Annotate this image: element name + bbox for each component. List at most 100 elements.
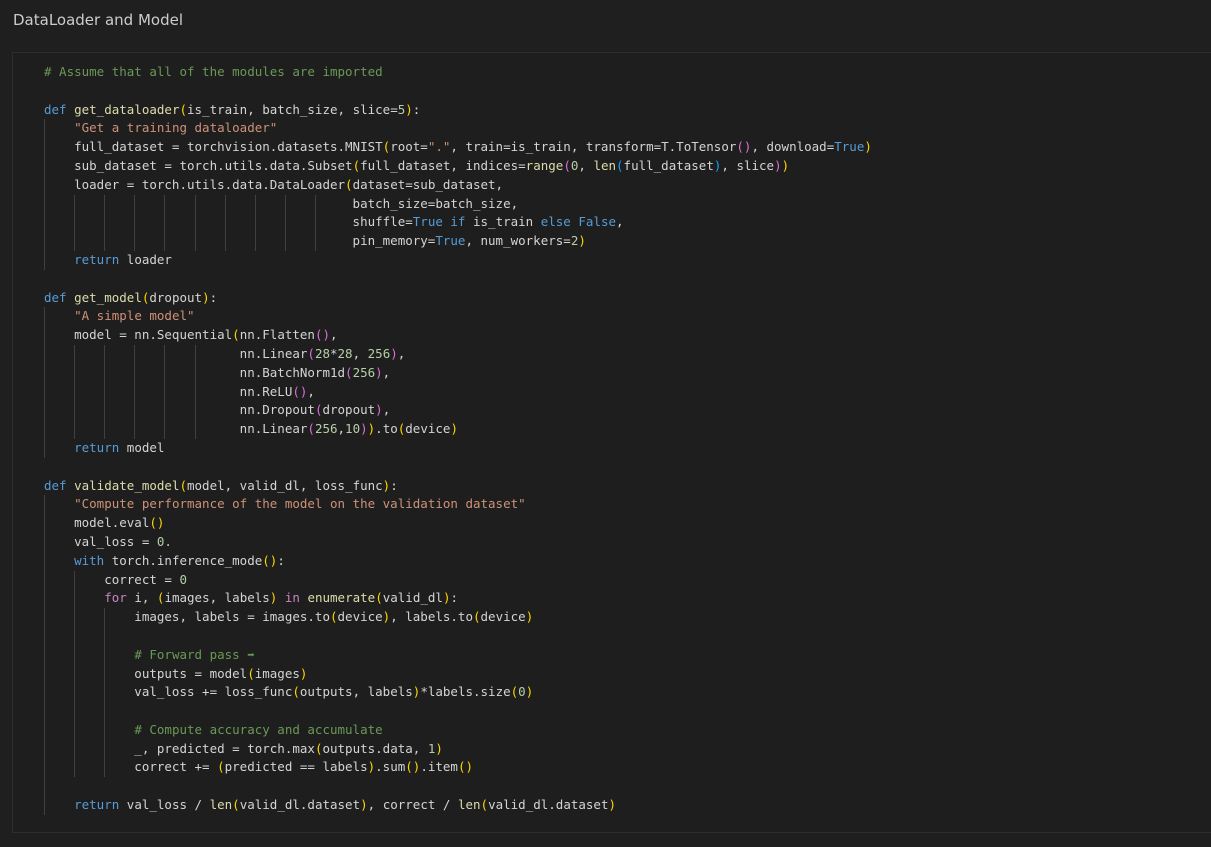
indent-guide [44, 570, 45, 590]
code-line: model = nn.Sequential(nn.Flatten(), [44, 326, 872, 345]
indent-guide [74, 645, 76, 665]
indent-guide [134, 420, 136, 439]
indent-guide [194, 420, 196, 439]
indent-guide [134, 363, 136, 383]
indent-guide [104, 420, 106, 439]
code-line: # Compute accuracy and accumulate [44, 720, 872, 740]
indent-guide [134, 382, 136, 402]
indent-guide [74, 664, 76, 684]
indent-guide [44, 438, 45, 458]
code-line-text: # Compute accuracy and accumulate [134, 721, 383, 737]
indent-guide [315, 213, 317, 233]
code-line-text: return val_loss / len(valid_dl.dataset),… [74, 797, 617, 813]
indent-guide [164, 401, 166, 421]
indent-guide [164, 232, 166, 251]
code-line: nn.ReLU(), [44, 382, 872, 402]
indent-guide [74, 702, 76, 721]
code-line: correct += (predicted == labels).sum().i… [44, 758, 872, 778]
indent-guide [104, 401, 106, 421]
code-line-text: "Compute performance of the model on the… [74, 496, 526, 512]
indent-guide [44, 194, 45, 214]
indent-guide [44, 664, 45, 684]
code-line-text: nn.Dropout(dropout), [44, 402, 391, 418]
code-line: batch_size=batch_size, [44, 194, 872, 214]
indent-guide [74, 344, 76, 364]
code-line-text: def get_dataloader(is_train, batch_size,… [44, 101, 421, 117]
indent-guide [44, 401, 45, 421]
code-line-text: nn.Linear(28*28, 256), [44, 345, 406, 361]
indent-guide [284, 194, 286, 214]
indent-guide [74, 213, 76, 233]
indent-guide [104, 194, 106, 214]
code-line: shuffle=True if is_train else False, [44, 213, 872, 233]
code-line: return model [44, 438, 872, 458]
indent-guide [44, 532, 45, 552]
code-line-text: # Assume that all of the modules are imp… [44, 64, 383, 79]
indent-guide [44, 363, 45, 383]
code-cell-editor[interactable]: # Assume that all of the modules are imp… [12, 52, 1211, 833]
indent-guide [74, 739, 76, 759]
code-line: def get_dataloader(is_train, batch_size,… [44, 101, 872, 120]
code-line-text: batch_size=batch_size, [44, 195, 519, 211]
code-line: with torch.inference_mode(): [44, 551, 872, 571]
code-line-text: nn.ReLU(), [44, 383, 315, 399]
indent-guide [164, 194, 166, 214]
indent-guide [74, 720, 76, 740]
indent-guide [44, 551, 45, 571]
code-line: "Get a training dataloader" [44, 119, 872, 139]
code-line: full_dataset = torchvision.datasets.MNIS… [44, 138, 872, 157]
arrow-right-icon: ➡ [247, 646, 255, 662]
indent-guide [164, 363, 166, 383]
code-line: nn.Dropout(dropout), [44, 401, 872, 421]
indent-guide [44, 645, 45, 665]
code-block[interactable]: # Assume that all of the modules are imp… [44, 63, 872, 815]
indent-guide [194, 194, 196, 214]
code-line-text: outputs = model(images) [44, 665, 308, 681]
code-line-text: return model [74, 439, 165, 455]
indent-guide [104, 344, 106, 364]
indent-guide [74, 194, 76, 214]
code-line-text: model = nn.Sequential(nn.Flatten(), [44, 327, 338, 343]
indent-guide [44, 420, 45, 439]
indent-guide [44, 382, 45, 402]
indent-guide [44, 344, 45, 364]
code-line-text: val_loss += loss_func(outputs, labels)*l… [44, 684, 534, 700]
indent-guide [44, 796, 45, 815]
indent-guide [74, 363, 76, 383]
code-line-text: images, labels = images.to(device), labe… [44, 609, 534, 625]
indent-guide [44, 702, 45, 721]
indent-guide [104, 683, 106, 703]
indent-guide [194, 382, 196, 402]
indent-guide [44, 250, 45, 270]
indent-guide [44, 777, 45, 797]
code-line: return val_loss / len(valid_dl.dataset),… [44, 796, 872, 815]
indent-guide [44, 232, 45, 251]
indent-guide [44, 175, 45, 195]
indent-guide [254, 194, 256, 214]
indent-guide [44, 683, 45, 703]
code-line [44, 777, 872, 797]
indent-guide [44, 138, 45, 157]
indent-guide [44, 739, 45, 759]
code-line-text: model.eval() [44, 515, 165, 531]
indent-guide [44, 514, 45, 533]
code-line-text: correct += (predicted == labels).sum().i… [44, 759, 474, 775]
code-line: loader = torch.utils.data.DataLoader(dat… [44, 175, 872, 195]
indent-guide [254, 232, 256, 251]
indent-guide [104, 758, 106, 778]
cell-header: DataLoader and Model [0, 0, 1211, 42]
indent-guide [44, 589, 45, 609]
indent-guide [134, 194, 136, 214]
indent-guide [44, 608, 45, 627]
indent-guide [164, 344, 166, 364]
indent-guide [74, 626, 76, 646]
code-line: # Assume that all of the modules are imp… [44, 63, 872, 82]
code-line: images, labels = images.to(device), labe… [44, 608, 872, 627]
indent-guide [74, 232, 76, 251]
code-line-text: full_dataset = torchvision.datasets.MNIS… [44, 139, 872, 155]
code-line-text: "Get a training dataloader" [74, 120, 278, 136]
indent-guide [104, 702, 106, 721]
indent-guide [224, 194, 226, 214]
